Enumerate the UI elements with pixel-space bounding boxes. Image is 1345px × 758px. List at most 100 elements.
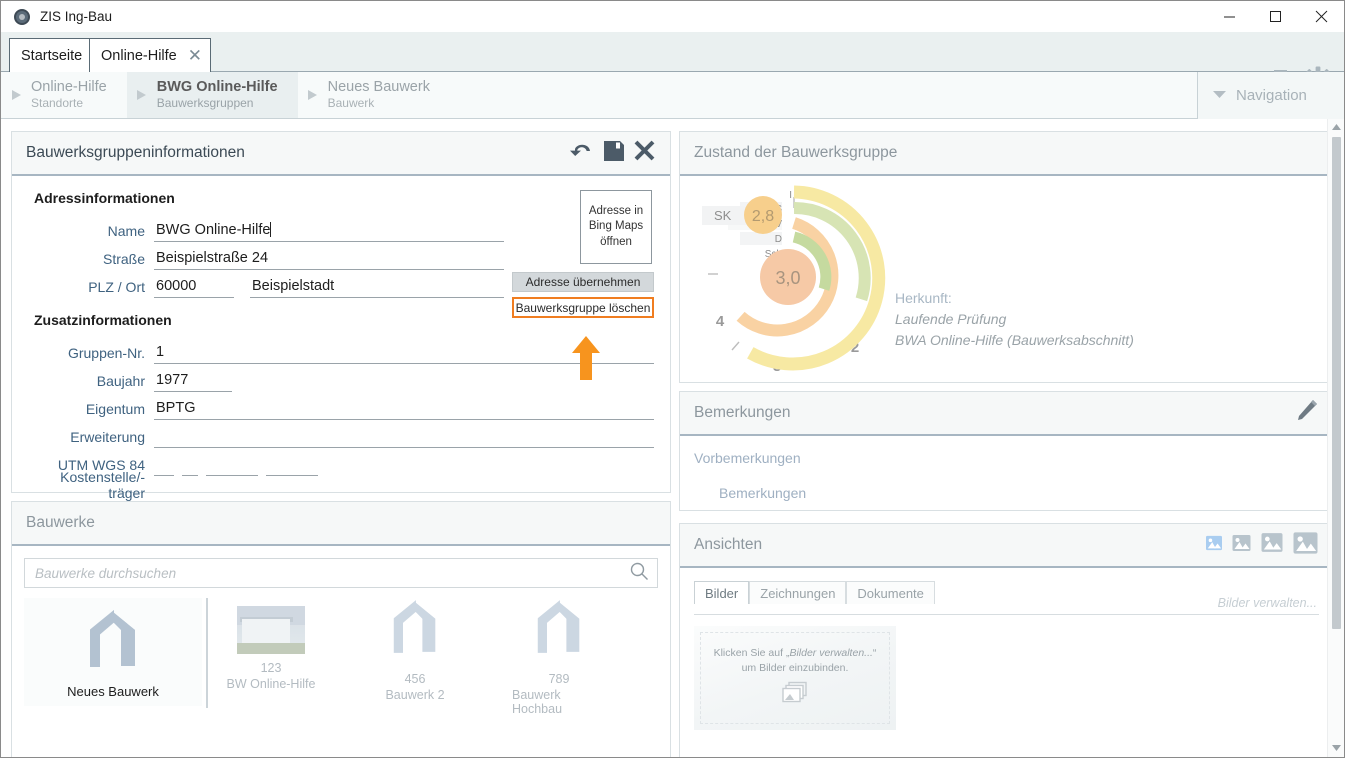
- breadcrumb-item-neues-bauwerk[interactable]: Neues Bauwerk Bauwerk: [298, 72, 450, 118]
- field-row-erweiterung: Erweiterung: [24, 420, 654, 448]
- open-in-bing-maps-button[interactable]: Adresse in Bing Maps öffnen: [580, 190, 652, 264]
- gauge-tick-4: 4: [716, 313, 725, 330]
- tab-zeichnungen[interactable]: Zeichnungen: [749, 581, 846, 604]
- vorbemerkungen-text[interactable]: Vorbemerkungen: [694, 450, 1333, 466]
- breadcrumb-item-online-hilfe[interactable]: Online-Hilfe Standorte: [1, 72, 127, 118]
- title-bar: ZIS Ing-Bau: [1, 1, 1344, 32]
- placeholder-text-line2: um Bilder einzubinden.: [742, 662, 849, 674]
- image-drop-placeholder[interactable]: Klicken Sie auf „Bilder verwalten...“ um…: [694, 626, 896, 730]
- field-label-strasse: Straße: [24, 251, 154, 270]
- gauge-ring-label-D: D: [775, 234, 782, 245]
- undo-icon[interactable]: [569, 139, 595, 168]
- field-label-plz-ort: PLZ / Ort: [24, 279, 154, 298]
- placeholder-text: Klicken Sie auf „Bilder verwalten...“ um…: [702, 646, 888, 676]
- bauwerke-title: Bauwerke: [26, 514, 95, 532]
- breadcrumb: Online-Hilfe Standorte BWG Online-Hilfe …: [1, 72, 1344, 119]
- baujahr-field[interactable]: 1977: [154, 372, 232, 392]
- utm-easting-field[interactable]: [206, 457, 258, 476]
- field-label-erweiterung: Erweiterung: [24, 429, 154, 448]
- breadcrumb-title: Neues Bauwerk: [328, 79, 430, 96]
- bauwerke-list: Neues Bauwerk 123 BW Online-Hilfe: [12, 598, 670, 716]
- apply-address-button[interactable]: Adresse übernehmen: [512, 272, 654, 292]
- placeholder-text-em: Bilder verwalten...: [789, 647, 872, 659]
- delete-bauwerksgruppe-button[interactable]: Bauwerksgruppe löschen: [512, 297, 654, 318]
- search-input[interactable]: Bauwerke durchsuchen: [35, 566, 629, 581]
- tab-bilder[interactable]: Bilder: [694, 581, 749, 604]
- image-xlarge-icon[interactable]: [1292, 531, 1319, 560]
- list-item[interactable]: 456 Bauwerk 2: [368, 598, 462, 702]
- pencil-icon[interactable]: [1294, 398, 1319, 428]
- up-arrow-icon: [571, 336, 601, 385]
- tab-underline: [694, 614, 1319, 615]
- plz-field[interactable]: 60000: [154, 278, 234, 298]
- bemerkungen-text[interactable]: Bemerkungen: [719, 485, 1333, 501]
- scrollbar-thumb[interactable]: [1332, 137, 1341, 629]
- bilder-verwalten-link[interactable]: Bilder verwalten...: [1218, 596, 1317, 610]
- utm-northing-field[interactable]: [266, 457, 318, 476]
- minimize-icon[interactable]: [1206, 1, 1252, 32]
- image-medium-icon[interactable]: [1231, 534, 1252, 557]
- panel-header: Zustand der Bauwerksgruppe: [680, 132, 1333, 176]
- bauwerk-thumbnail: [237, 606, 305, 654]
- name-field-value: BWG Online-Hilfe: [156, 222, 270, 238]
- panel-header: Ansichten: [680, 524, 1333, 568]
- breadcrumb-title: Online-Hilfe: [31, 79, 107, 96]
- maximize-icon[interactable]: [1252, 1, 1298, 32]
- bemerkungen-body: Vorbemerkungen Bemerkungen: [680, 436, 1333, 501]
- eigentum-field[interactable]: BPTG: [154, 400, 654, 420]
- bauwerke-search[interactable]: Bauwerke durchsuchen: [24, 558, 658, 588]
- address-action-buttons: Adresse in Bing Maps öffnen Adresse über…: [494, 190, 654, 318]
- tab-online-hilfe[interactable]: Online-Hilfe ✕: [89, 38, 211, 72]
- field-row-kostenstelle: Kostenstelle/-träger: [24, 476, 654, 504]
- building-icon: [87, 608, 139, 675]
- panel-header: Bauwerksgruppeninformationen: [12, 132, 670, 176]
- herkunft-block: Herkunft: Laufende Prüfung BWA Online-Hi…: [895, 290, 1134, 351]
- utm-zone-field[interactable]: [154, 457, 174, 476]
- panel-actions: [569, 139, 656, 168]
- gauge-center-value: 3,0: [775, 268, 800, 288]
- content-area: Bauwerksgruppeninformationen: [1, 119, 1344, 757]
- chevron-down-icon: [1212, 87, 1227, 105]
- herkunft-line-2: BWA Online-Hilfe (Bauwerksabschnitt): [895, 330, 1134, 351]
- scroll-down-icon[interactable]: [1328, 740, 1345, 757]
- ort-field[interactable]: Beispielstadt: [250, 278, 504, 298]
- breadcrumb-subtitle: Standorte: [31, 96, 107, 112]
- close-icon[interactable]: [1298, 1, 1344, 32]
- tab-close-icon[interactable]: ✕: [188, 47, 202, 64]
- window-title: ZIS Ing-Bau: [40, 9, 112, 24]
- close-icon[interactable]: [633, 139, 656, 167]
- radial-gauge-svg: 0 1 2 3 4: [688, 176, 948, 384]
- utm-band-field[interactable]: [182, 457, 198, 476]
- bauwerke-panel: Bauwerke Bauwerke durchsuchen: [11, 501, 671, 758]
- gauge-sk-label: SK: [714, 208, 732, 223]
- save-icon[interactable]: [603, 140, 625, 167]
- scroll-up-icon[interactable]: [1328, 119, 1345, 136]
- list-item[interactable]: 123 BW Online-Hilfe: [224, 598, 318, 691]
- utm-field-group[interactable]: [154, 457, 654, 476]
- bemerkungen-panel: Bemerkungen Vorbemerkungen Bemerkungen: [679, 391, 1334, 511]
- field-row-baujahr: Baujahr 1977: [24, 364, 654, 392]
- chevron-right-icon: [298, 88, 328, 102]
- gauge-ring-label-I: I: [789, 190, 792, 201]
- image-large-icon[interactable]: [1260, 532, 1284, 558]
- application-window: ZIS Ing-Bau Startseite Online-Hilfe ✕: [0, 0, 1345, 758]
- strasse-field[interactable]: Beispielstraße 24: [154, 250, 504, 270]
- field-row-eigentum: Eigentum BPTG: [24, 392, 654, 420]
- tab-startseite[interactable]: Startseite: [9, 38, 94, 72]
- field-row-gruppen-nr: Gruppen-Nr. 1: [24, 336, 654, 364]
- new-bauwerk-label: Neues Bauwerk: [67, 684, 159, 699]
- field-label-baujahr: Baujahr: [24, 373, 154, 392]
- page-title: Bauwerksgruppeninformationen: [26, 144, 245, 162]
- list-item[interactable]: 789 Bauwerk Hochbau: [512, 598, 606, 716]
- name-field[interactable]: BWG Online-Hilfe: [154, 222, 504, 242]
- chevron-right-icon: [127, 88, 157, 102]
- navigation-dropdown[interactable]: Navigation: [1197, 72, 1344, 119]
- erweiterung-field[interactable]: [154, 428, 654, 448]
- new-bauwerk-tile[interactable]: Neues Bauwerk: [24, 598, 202, 706]
- search-icon[interactable]: [629, 561, 649, 586]
- vertical-scrollbar[interactable]: [1327, 119, 1344, 757]
- list-divider: [206, 598, 208, 708]
- image-small-icon[interactable]: [1205, 535, 1223, 556]
- breadcrumb-item-bwg-online-hilfe[interactable]: BWG Online-Hilfe Bauwerksgruppen: [127, 72, 298, 118]
- tab-dokumente[interactable]: Dokumente: [846, 581, 934, 604]
